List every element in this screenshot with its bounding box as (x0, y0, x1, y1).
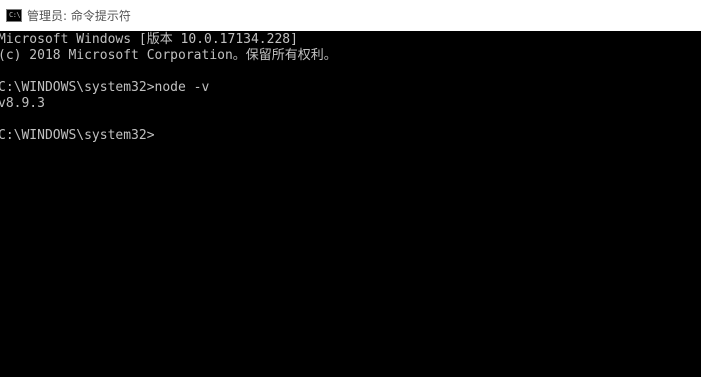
command-prompt-window: C:\ 管理员: 命令提示符 Microsoft Windows [版本 10.… (0, 0, 701, 377)
title-bar[interactable]: C:\ 管理员: 命令提示符 (0, 0, 701, 31)
console-line-version: Microsoft Windows [版本 10.0.17134.228] (0, 32, 298, 47)
console-line-copyright: (c) 2018 Microsoft Corporation。保留所有权利。 (0, 48, 337, 63)
window-title: 管理员: 命令提示符 (27, 9, 131, 23)
console-line-command: C:\WINDOWS\system32>node -v (0, 80, 210, 95)
console-line-blank (0, 112, 701, 128)
prompt-text: C:\WINDOWS\system32> (0, 128, 155, 143)
console-line-prompt[interactable]: C:\WINDOWS\system32> (0, 128, 701, 144)
cmd-prompt-icon-glyph: C:\ (9, 11, 21, 19)
console-output[interactable]: Microsoft Windows [版本 10.0.17134.228] (c… (0, 31, 701, 377)
console-line-blank (0, 64, 701, 80)
cmd-prompt-icon[interactable]: C:\ (6, 9, 22, 22)
console-line-output: v8.9.3 (0, 96, 45, 111)
